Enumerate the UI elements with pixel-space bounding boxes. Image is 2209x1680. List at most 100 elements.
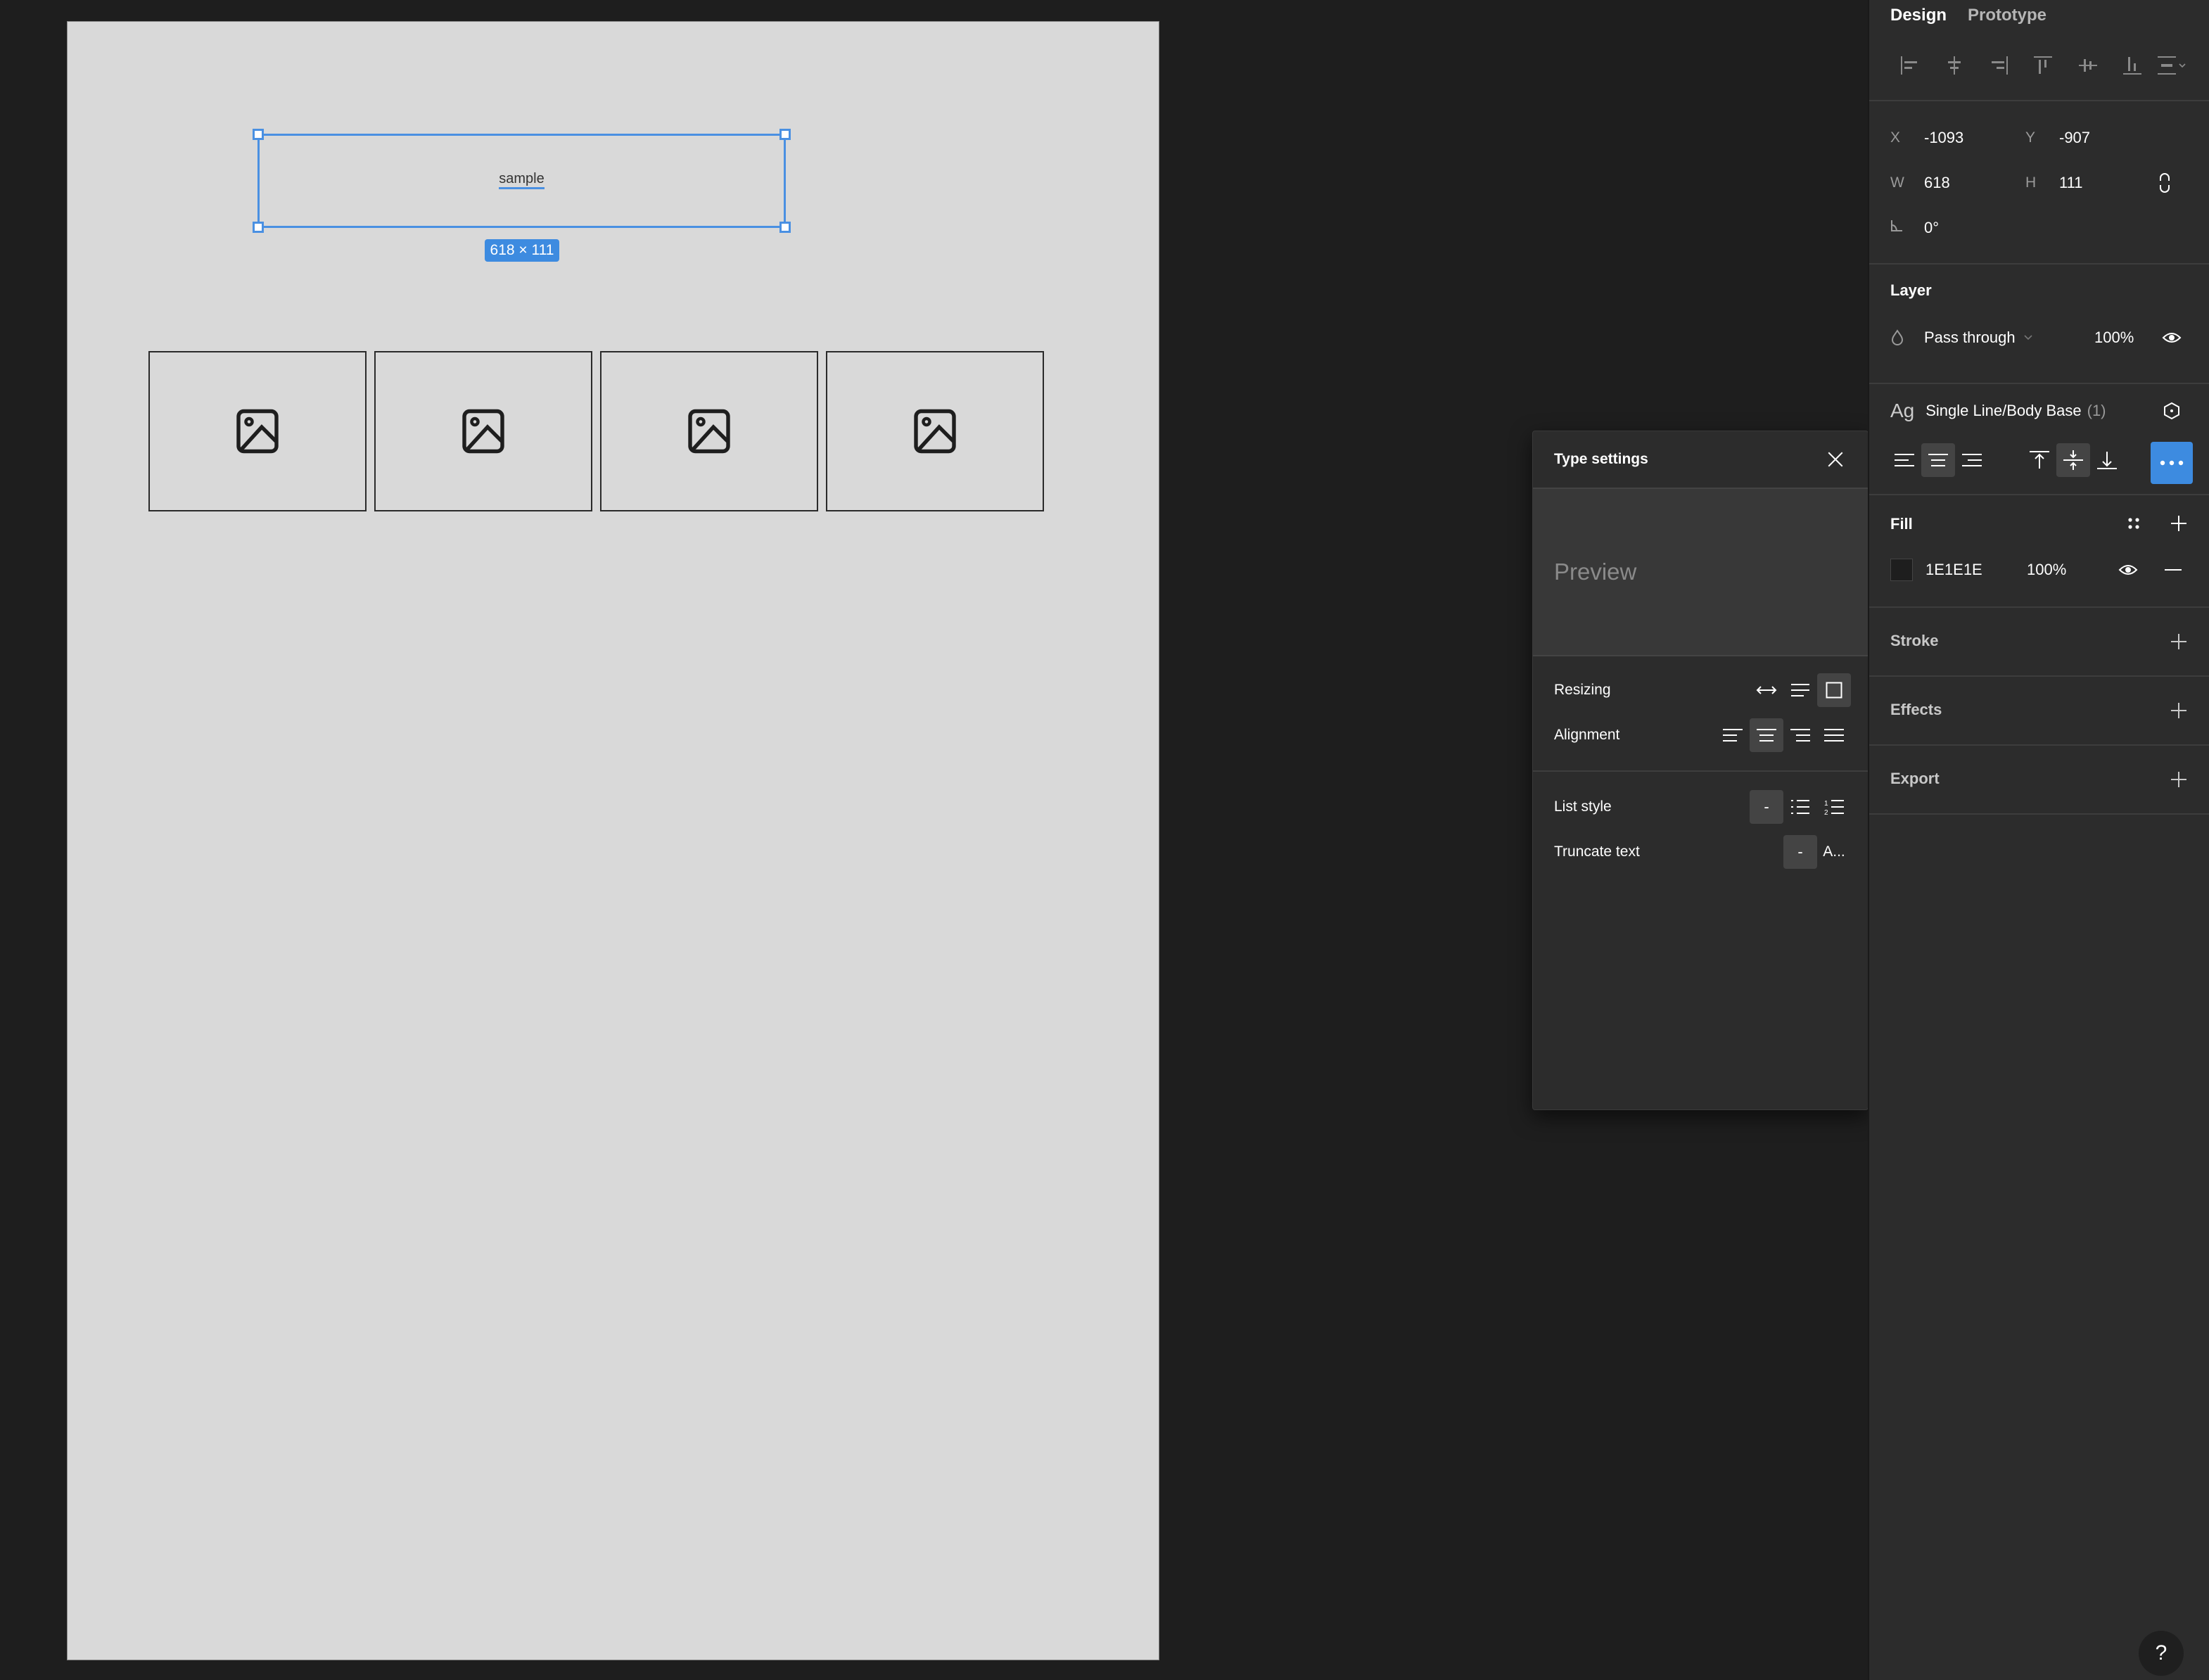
resize-handle-top-left[interactable] — [253, 129, 264, 140]
text-align-center-icon — [1928, 454, 1948, 466]
text-style-icon: Ag — [1890, 400, 1915, 421]
type-settings-button[interactable] — [2151, 442, 2193, 484]
image-placeholder[interactable] — [826, 351, 1044, 511]
rotation-icon — [1890, 219, 1924, 236]
list-style-label: List style — [1554, 798, 1612, 815]
distribute-button[interactable] — [2155, 49, 2191, 82]
list-none-button[interactable]: - — [1750, 790, 1783, 824]
link-icon — [2160, 173, 2170, 193]
chevron-down-icon[interactable] — [2023, 333, 2034, 342]
text-align-justify-button[interactable] — [1817, 718, 1851, 752]
blend-mode-select[interactable]: Pass through — [1924, 329, 2016, 347]
x-field[interactable]: X -1093 — [1890, 129, 2025, 147]
auto-height-icon — [1791, 684, 1809, 696]
rotation-field[interactable]: 0° — [1890, 219, 2025, 237]
auto-height-button[interactable] — [1783, 673, 1817, 707]
sample-text: sample — [499, 171, 545, 189]
h-value[interactable]: 111 — [2059, 174, 2082, 192]
selected-text-layer[interactable]: sample — [253, 129, 791, 233]
image-placeholder[interactable] — [374, 351, 592, 511]
resize-handle-top-right[interactable] — [779, 129, 791, 140]
y-field[interactable]: Y -907 — [2025, 129, 2160, 147]
align-left-button[interactable] — [1887, 49, 1932, 82]
fill-color-swatch[interactable] — [1890, 559, 1913, 581]
close-button[interactable] — [1819, 443, 1852, 476]
bulleted-list-button[interactable] — [1783, 790, 1817, 824]
align-right-button[interactable] — [1977, 49, 2021, 82]
image-placeholder[interactable] — [600, 351, 818, 511]
fill-hex[interactable]: 1E1E1E — [1925, 561, 1982, 579]
x-value[interactable]: -1093 — [1924, 129, 1963, 147]
effects-section: Effects — [1869, 677, 2209, 746]
image-placeholder[interactable] — [148, 351, 367, 511]
layer-opacity[interactable]: 100% — [2094, 329, 2134, 347]
plus-icon — [2171, 634, 2186, 649]
eye-icon[interactable] — [2118, 563, 2138, 577]
rotation-value[interactable]: 0° — [1924, 219, 1939, 237]
alignment-section — [1869, 31, 2209, 101]
vertical-align-middle-icon — [2063, 450, 2083, 470]
align-vertical-center-button[interactable] — [2065, 49, 2110, 82]
alignment-label: Alignment — [1554, 727, 1620, 743]
fill-opacity[interactable]: 100% — [2027, 561, 2066, 579]
text-align-left-icon — [1723, 729, 1743, 742]
tab-prototype[interactable]: Prototype — [1968, 6, 2046, 25]
align-horizontal-center-button[interactable] — [1932, 49, 1976, 82]
fill-section: Fill 1E1E1E 100% — [1869, 495, 2209, 608]
text-align-center-button[interactable] — [1750, 718, 1783, 752]
vertical-align-bottom-button[interactable] — [2090, 443, 2124, 477]
numbered-list-button[interactable]: 12 — [1817, 790, 1851, 824]
add-export-button[interactable] — [2165, 765, 2193, 794]
image-icon — [914, 409, 956, 454]
truncate-ellipsis-button[interactable]: A... — [1817, 835, 1851, 869]
effects-title: Effects — [1890, 701, 1942, 718]
eye-icon[interactable] — [2162, 331, 2182, 345]
text-style-name[interactable]: Single Line/Body Base — [1925, 402, 2081, 420]
h-label: H — [2025, 174, 2037, 191]
y-value[interactable]: -907 — [2059, 129, 2090, 147]
align-bottom-button[interactable] — [2110, 49, 2154, 82]
text-align-right-button[interactable] — [1783, 718, 1817, 752]
tab-design[interactable]: Design — [1890, 6, 1947, 25]
stroke-section: Stroke — [1869, 608, 2209, 677]
canvas-frame[interactable]: sample 618 × 111 — [67, 21, 1159, 1660]
arrows-horizontal-icon — [1756, 686, 1777, 694]
stroke-title: Stroke — [1890, 632, 1939, 649]
text-align-left-button[interactable] — [1887, 443, 1921, 477]
text-layer-content[interactable]: sample — [260, 171, 784, 189]
truncate-label: Truncate text — [1554, 844, 1640, 860]
fixed-size-button[interactable] — [1817, 673, 1851, 707]
text-align-center-icon — [1757, 729, 1776, 742]
vertical-align-middle-button[interactable] — [2056, 443, 2090, 477]
add-fill-button[interactable] — [2165, 509, 2193, 537]
numbered-list-icon: 12 — [1824, 800, 1844, 815]
remove-fill-icon[interactable] — [2165, 568, 2182, 571]
auto-width-button[interactable] — [1750, 673, 1783, 707]
height-field[interactable]: H 111 — [2025, 174, 2160, 192]
help-button[interactable]: ? — [2139, 1631, 2184, 1676]
resize-handle-bottom-left[interactable] — [253, 222, 264, 233]
add-stroke-button[interactable] — [2165, 628, 2193, 656]
image-icon — [236, 409, 279, 454]
resize-handle-bottom-right[interactable] — [779, 222, 791, 233]
popover-title: Type settings — [1554, 451, 1648, 467]
text-style-count: (1) — [2087, 402, 2106, 419]
vertical-align-bottom-icon — [2097, 452, 2117, 469]
fixed-size-icon — [1826, 682, 1842, 699]
truncate-none-button[interactable]: - — [1783, 835, 1817, 869]
alignment-row: Alignment — [1533, 713, 1868, 758]
text-align-right-button[interactable] — [1955, 443, 1989, 477]
text-align-left-button[interactable] — [1716, 718, 1750, 752]
add-effect-button[interactable] — [2165, 696, 2193, 725]
plus-icon — [2171, 703, 2186, 718]
style-component-icon[interactable] — [2163, 402, 2180, 420]
text-align-center-button[interactable] — [1921, 443, 1955, 477]
preview-text: Preview — [1554, 559, 1637, 585]
align-top-button[interactable] — [2021, 49, 2065, 82]
style-library-button[interactable] — [2120, 509, 2148, 537]
w-value[interactable]: 618 — [1924, 174, 1950, 192]
constrain-proportions-button[interactable] — [2151, 169, 2179, 197]
width-field[interactable]: W 618 — [1890, 174, 2025, 192]
fill-title: Fill — [1890, 515, 1913, 533]
vertical-align-top-button[interactable] — [2023, 443, 2056, 477]
